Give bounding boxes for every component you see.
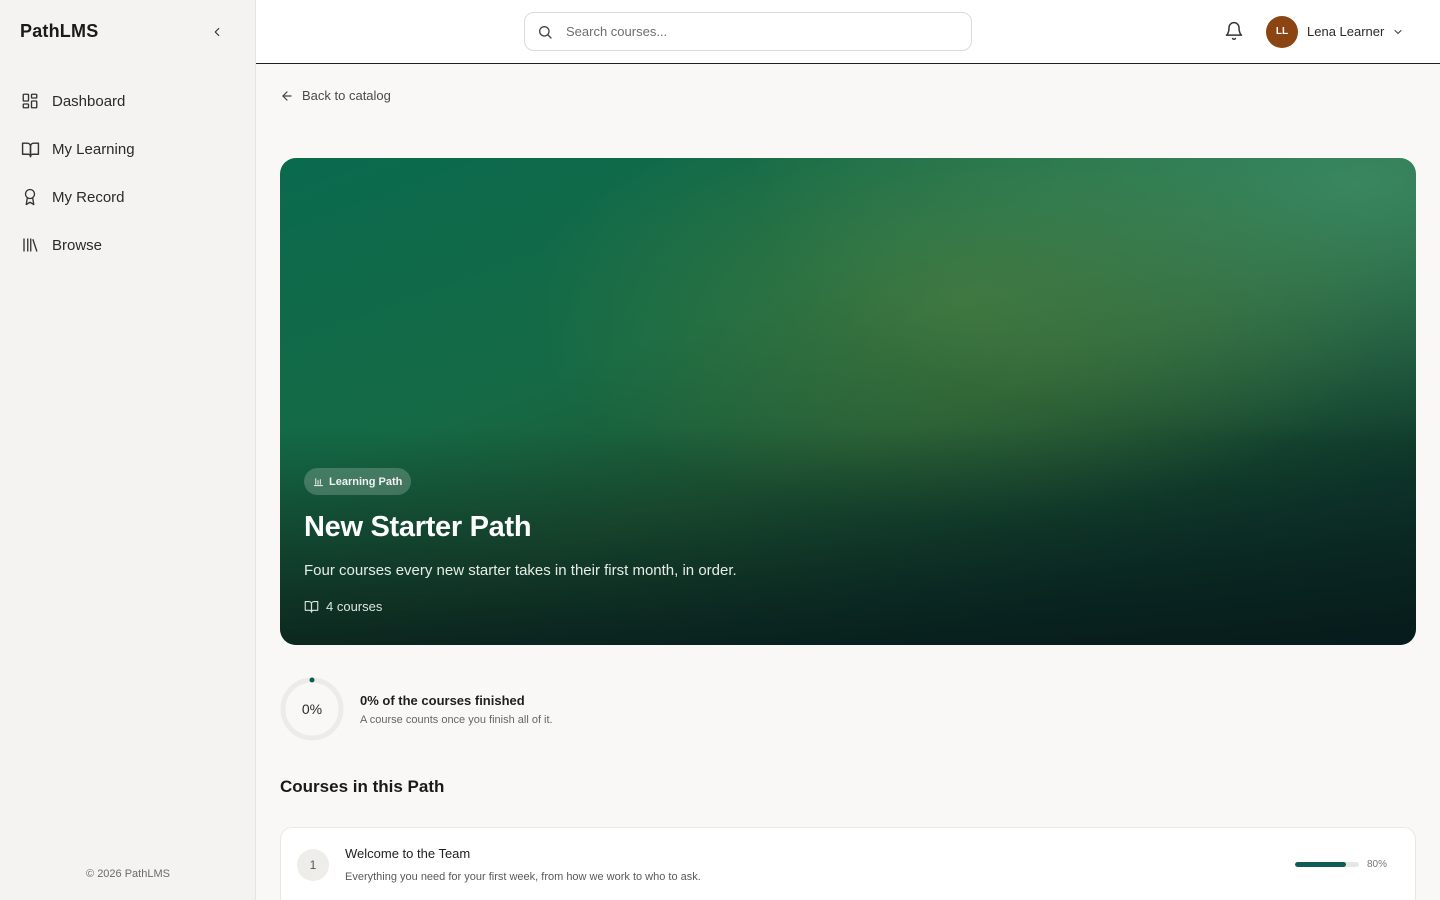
back-label: Back to catalog bbox=[302, 88, 391, 103]
user-menu[interactable]: LL Lena Learner bbox=[1266, 15, 1404, 48]
progress-bar-fill bbox=[1295, 862, 1347, 867]
course-number: 1 bbox=[297, 849, 329, 881]
course-progress-percent: 80% bbox=[1367, 859, 1388, 870]
search-icon bbox=[537, 24, 553, 40]
avatar: LL bbox=[1266, 15, 1298, 48]
sidebar-item-label: My Record bbox=[52, 188, 125, 206]
course-card[interactable]: 1 Welcome to the Team Everything you nee… bbox=[280, 827, 1416, 900]
hero-content: Learning Path New Starter Path Four cour… bbox=[304, 468, 737, 614]
sidebar-item-my-record[interactable]: My Record bbox=[0, 173, 255, 221]
sidebar-item-my-learning[interactable]: My Learning bbox=[0, 125, 255, 173]
course-title: Welcome to the Team bbox=[345, 846, 471, 861]
copyright: © 2026 PathLMS bbox=[86, 868, 170, 880]
back-to-catalog-link[interactable]: Back to catalog bbox=[280, 88, 391, 103]
brand-logo[interactable]: PathLMS bbox=[20, 21, 98, 42]
course-progress: 80% bbox=[1295, 859, 1387, 870]
course-count: 4 courses bbox=[304, 599, 737, 614]
main-content: Back to catalog Learning Path New Starte… bbox=[256, 64, 1440, 900]
sidebar-item-label: Browse bbox=[52, 236, 103, 254]
sidebar-item-dashboard[interactable]: Dashboard bbox=[0, 77, 255, 125]
path-progress: 0% 0% of the courses finished A course c… bbox=[280, 677, 553, 741]
learning-path-badge: Learning Path bbox=[304, 468, 412, 495]
dashboard-icon bbox=[20, 91, 40, 111]
course-description: Everything you need for your first week,… bbox=[345, 871, 701, 883]
library-icon bbox=[20, 235, 40, 255]
progress-title: 0% of the courses finished bbox=[360, 692, 525, 708]
progress-subtitle: A course counts once you finish all of i… bbox=[360, 713, 553, 726]
path-description: Four courses every new starter takes in … bbox=[304, 562, 737, 579]
book-open-icon bbox=[304, 599, 319, 614]
award-icon bbox=[20, 187, 40, 207]
brand-row: PathLMS bbox=[0, 0, 255, 63]
progress-bar bbox=[1295, 862, 1359, 867]
section-title: Courses in this Path bbox=[280, 777, 445, 796]
sidebar-item-label: Dashboard bbox=[52, 92, 126, 110]
chevron-left-icon bbox=[214, 27, 220, 36]
bar-chart-icon bbox=[313, 476, 324, 487]
sidebar: PathLMS Dashboard My Learning My Record bbox=[0, 0, 256, 900]
user-name: Lena Learner bbox=[1307, 24, 1385, 39]
sidebar-nav: Dashboard My Learning My Record Browse bbox=[0, 77, 255, 269]
course-count-label: 4 courses bbox=[326, 599, 383, 614]
arrow-left-icon bbox=[280, 89, 294, 103]
path-hero: Learning Path New Starter Path Four cour… bbox=[280, 158, 1416, 645]
search-box[interactable] bbox=[524, 12, 972, 51]
page-title: New Starter Path bbox=[304, 511, 532, 543]
sidebar-item-label: My Learning bbox=[52, 140, 135, 158]
topbar: LL Lena Learner bbox=[256, 0, 1440, 64]
progress-ring: 0% bbox=[280, 677, 344, 741]
bell-icon bbox=[1225, 21, 1243, 41]
badge-label: Learning Path bbox=[329, 475, 403, 488]
notifications-button[interactable] bbox=[1224, 21, 1244, 41]
chevron-down-icon bbox=[1392, 26, 1404, 38]
progress-percent: 0% bbox=[301, 701, 323, 717]
search-input[interactable] bbox=[566, 24, 946, 39]
book-open-icon bbox=[20, 139, 40, 159]
progress-text: 0% of the courses finished A course coun… bbox=[360, 693, 553, 726]
sidebar-item-browse[interactable]: Browse bbox=[0, 221, 255, 269]
collapse-sidebar-button[interactable] bbox=[207, 22, 227, 42]
